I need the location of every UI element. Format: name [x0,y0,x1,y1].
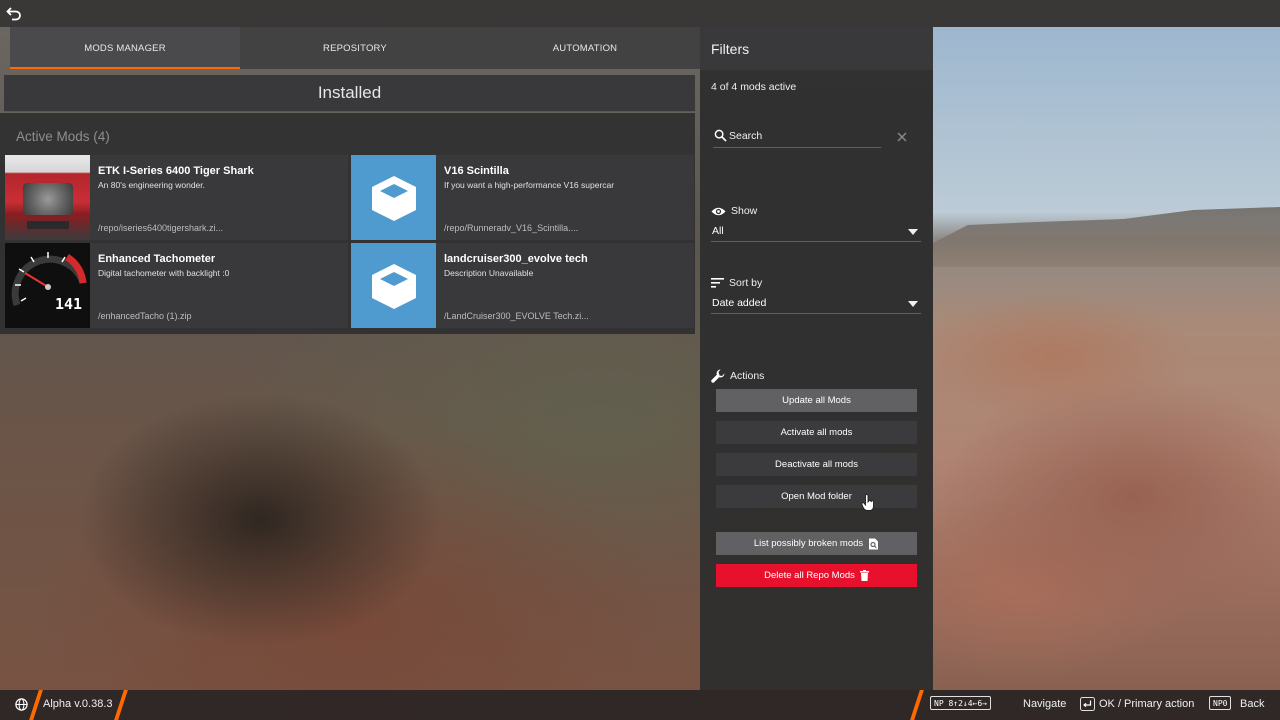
top-bar [0,0,1280,27]
activate-all-mods-button[interactable]: Activate all mods [716,421,917,444]
mod-title: landcruiser300_evolve tech [444,253,588,265]
background-cliff [933,207,1280,267]
mod-path: /enhancedTacho (1).zip [98,311,192,321]
mod-card-etk[interactable]: ETK I-Series 6400 Tiger Shark An 80's en… [5,155,348,240]
box-icon [371,263,416,309]
mod-path: /LandCruiser300_EVOLVE Tech.zi... [444,311,589,321]
eye-icon [711,207,726,215]
mod-card-v16-scintilla[interactable]: V16 Scintilla If you want a high-perform… [351,155,694,240]
tab-bar: MODS MANAGER REPOSITORY AUTOMATION [10,27,700,69]
trash-icon [859,570,869,581]
search-icon [714,129,727,142]
globe-icon[interactable] [15,698,28,711]
enter-key-icon [1080,697,1095,711]
button-label: Activate all mods [780,427,853,438]
navigate-hint: Navigate [1023,698,1067,710]
mod-title: Enhanced Tachometer [98,253,216,265]
mod-thumbnail [5,155,90,240]
back-arrow-icon[interactable] [6,5,22,21]
sort-label: Sort by [711,277,762,289]
open-mod-folder-button[interactable]: Open Mod folder [716,485,917,508]
accent-divider [910,690,924,720]
show-dropdown[interactable]: All [711,224,921,242]
button-label: Deactivate all mods [775,459,858,470]
sort-icon [711,278,724,288]
engine-graphic [23,183,73,215]
hand-cursor-icon [861,494,875,511]
show-label-text: Show [731,205,758,217]
active-mods-count: 4 of 4 mods active [711,81,797,93]
back-key: NP0 [1209,696,1232,710]
mod-title: V16 Scintilla [444,165,509,177]
mod-title: ETK I-Series 6400 Tiger Shark [98,165,254,177]
show-value: All [712,225,724,237]
bottom-bar: Alpha v.0.38.3 NP 8↑2↓4←6→ Navigate OK /… [0,690,1280,720]
accent-divider [29,690,43,720]
show-label: Show [711,205,757,217]
mod-description: Description Unavailable [444,268,534,278]
mod-path: /repo/Runneradv_V16_Scintilla.... [444,223,579,233]
mod-card-landcruiser300[interactable]: landcruiser300_evolve tech Description U… [351,243,694,328]
delete-all-repo-mods-button[interactable]: Delete all Repo Mods [716,564,917,587]
button-label: Delete all Repo Mods [764,570,855,581]
close-icon[interactable] [896,131,908,143]
active-mods-label: Active Mods (4) [16,129,110,144]
mod-thumbnail [351,243,436,328]
accent-divider [114,690,128,720]
back-hint: Back [1240,698,1265,710]
search-field[interactable] [713,128,881,148]
version-label: Alpha v.0.38.3 [43,698,113,710]
sort-label-text: Sort by [729,277,763,289]
background-landscape [933,27,1280,690]
sort-value: Date added [712,297,767,309]
sort-dropdown[interactable]: Date added [711,296,921,314]
tacho-readout: 141 [55,295,82,313]
tab-mods-manager[interactable]: MODS MANAGER [10,27,240,69]
filters-panel: Filters 4 of 4 mods active Show All Sort… [700,27,933,690]
tab-repository[interactable]: REPOSITORY [240,27,470,69]
wrench-icon [711,369,725,383]
navigate-keys: NP 8↑2↓4←6→ [930,696,991,710]
grille-graphic [27,221,69,229]
button-label: Open Mod folder [781,491,852,502]
installed-header: Installed [4,75,695,112]
tab-automation[interactable]: AUTOMATION [470,27,700,69]
button-label: List possibly broken mods [753,538,864,549]
tachometer-graphic: 141 [11,252,87,313]
mod-description: If you want a high-performance V16 super… [444,180,615,190]
mod-path: /repo/iseries6400tigershark.zi... [98,223,224,233]
list-broken-mods-button[interactable]: List possibly broken mods [716,532,917,555]
chevron-down-icon [908,229,918,235]
actions-label: Actions [711,369,764,383]
box-icon [371,175,416,221]
mod-thumbnail [351,155,436,240]
button-label: Update all Mods [782,395,851,406]
mod-thumbnail: 141 [5,243,90,328]
mod-description: An 80's engineering wonder. [98,180,206,190]
filters-title: Filters [711,41,750,57]
deactivate-all-mods-button[interactable]: Deactivate all mods [716,453,917,476]
update-all-mods-button[interactable]: Update all Mods [716,389,917,412]
ok-hint: OK / Primary action [1099,698,1195,710]
search-input[interactable] [729,128,879,144]
chevron-down-icon [908,301,918,307]
mod-card-enhanced-tachometer[interactable]: 141 Enhanced Tachometer Digital tachomet… [5,243,348,328]
document-search-icon [869,538,879,549]
actions-label-text: Actions [730,370,765,382]
mod-description: Digital tachometer with backlight :0 [98,268,230,278]
